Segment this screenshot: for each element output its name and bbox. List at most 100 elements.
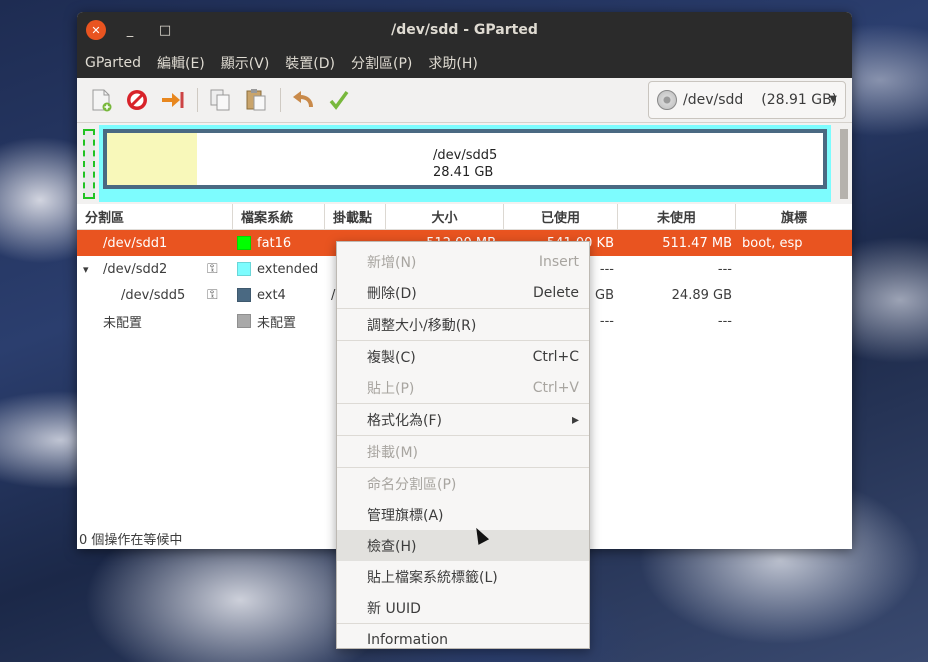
delete-icon[interactable] <box>123 86 151 114</box>
menu-bar: GParted 編輯(E) 顯示(V) 裝置(D) 分割區(P) 求助(H) <box>77 48 852 78</box>
menu-item[interactable]: 格式化為(F) ▸ <box>337 404 589 435</box>
menu-item-accel: Ctrl+V <box>532 379 579 396</box>
menu-item-label: 掛載(M) <box>367 444 419 461</box>
fs-name: fat16 <box>257 235 292 251</box>
device-selector[interactable]: /dev/sdd (28.91 GB) ▼ <box>648 81 846 119</box>
partition-name: /dev/sdd2 <box>103 261 168 277</box>
used-space-fill <box>107 133 197 185</box>
diskmap-scrollbar[interactable] <box>840 129 848 199</box>
menu-item-label: 貼上(P) <box>367 380 415 397</box>
paste-icon[interactable] <box>242 86 270 114</box>
key-icon <box>207 230 233 256</box>
menu-item: 貼上(P) Ctrl+V <box>337 372 589 403</box>
fs-color-swatch <box>237 288 251 302</box>
context-menu: 新增(N) Insert 刪除(D) Delete 調整大小/移動(R) 複製(C)… <box>336 241 590 649</box>
cell-partition: /dev/sdd1 <box>77 230 207 256</box>
header-mountpoint[interactable]: 掛載點 <box>325 204 386 229</box>
table-header: 分割區 檔案系統 掛載點 大小 已使用 未使用 旗標 <box>77 204 852 230</box>
menu-view[interactable]: 顯示(V) <box>221 53 270 73</box>
disk-icon <box>657 90 677 110</box>
menu-item-label: 調整大小/移動(R) <box>367 317 477 334</box>
cell-flags <box>736 256 852 282</box>
menu-partition[interactable]: 分割區(P) <box>351 53 412 73</box>
diskmap-sdd5-label: /dev/sdd5 28.41 GB <box>433 147 497 181</box>
menu-item[interactable]: Information <box>337 624 589 655</box>
cell-flags: boot, esp <box>742 235 803 251</box>
header-flags[interactable]: 旗標 <box>736 204 852 229</box>
menu-item-label: 刪除(D) <box>367 285 417 302</box>
resize-move-icon[interactable] <box>159 86 187 114</box>
toolbar-separator <box>280 88 281 112</box>
diskmap-sdd5-size: 28.41 GB <box>433 165 494 180</box>
menu-item[interactable]: 調整大小/移動(R) <box>337 309 589 340</box>
cell-partition: 未配置 <box>77 308 207 334</box>
key-icon: ⚿ <box>207 261 218 277</box>
partition-name: /dev/sdd5 <box>121 287 186 303</box>
key-icon: ⚿ <box>207 287 218 303</box>
menu-item[interactable]: 管理旗標(A) <box>337 499 589 530</box>
menu-item[interactable]: 複製(C) Ctrl+C <box>337 341 589 372</box>
copy-icon[interactable] <box>206 86 234 114</box>
menu-item-label: Information <box>367 631 449 648</box>
new-partition-icon[interactable] <box>87 86 115 114</box>
menu-item-accel: Insert <box>538 253 579 270</box>
fs-color-swatch <box>237 262 251 276</box>
cell-partition: /dev/sdd5 <box>77 282 207 308</box>
menu-item[interactable]: 刪除(D) Delete <box>337 277 589 308</box>
cell-filesystem: fat16 <box>233 230 325 256</box>
header-filesystem[interactable]: 檔案系統 <box>233 204 325 229</box>
expander-icon[interactable]: ▾ <box>83 263 89 276</box>
diskmap-extended-block[interactable]: /dev/sdd5 28.41 GB <box>99 125 831 202</box>
menu-item-accel: Ctrl+C <box>532 348 579 365</box>
diskmap-sdd5-block[interactable]: /dev/sdd5 28.41 GB <box>103 129 827 189</box>
fs-name: extended <box>257 261 319 277</box>
menu-item-label: 命名分割區(P) <box>367 476 457 493</box>
undo-icon[interactable] <box>289 86 317 114</box>
maximize-icon[interactable]: □ <box>155 20 175 40</box>
close-icon[interactable]: ✕ <box>86 20 106 40</box>
header-unused[interactable]: 未使用 <box>618 204 736 229</box>
menu-item-label: 新增(N) <box>367 254 417 271</box>
menu-item-accel: Delete <box>533 284 579 301</box>
device-name: /dev/sdd <box>683 92 744 108</box>
cell-filesystem: ext4 <box>233 282 325 308</box>
menu-device[interactable]: 裝置(D) <box>285 53 335 73</box>
header-used[interactable]: 已使用 <box>504 204 618 229</box>
menu-item-accel: ▸ <box>571 411 579 428</box>
key-icon <box>207 308 233 334</box>
disk-map: /dev/sdd5 28.41 GB <box>77 123 852 204</box>
diskmap-sdd1-block[interactable] <box>83 129 95 199</box>
fs-color-swatch <box>237 236 251 250</box>
menu-item: 命名分割區(P) <box>337 468 589 499</box>
menu-item-label: 貼上檔案系統標籤(L) <box>367 569 498 586</box>
cell-flags <box>736 282 852 308</box>
menu-item[interactable]: 檢查(H) <box>337 530 589 561</box>
partition-name: 未配置 <box>103 315 143 331</box>
menu-item: 新增(N) Insert <box>337 246 589 277</box>
menu-gparted[interactable]: GParted <box>85 55 141 71</box>
menu-edit[interactable]: 編輯(E) <box>157 53 205 73</box>
title-bar: ✕ _ □ /dev/sdd - GParted <box>77 12 852 48</box>
menu-item-label: 新 UUID <box>367 600 421 617</box>
menu-item-label: 複製(C) <box>367 349 416 366</box>
menu-item-label: 格式化為(F) <box>367 412 442 429</box>
menu-item-label: 檢查(H) <box>367 538 417 555</box>
apply-icon[interactable] <box>325 86 353 114</box>
menu-item[interactable]: 貼上檔案系統標籤(L) <box>337 561 589 592</box>
cell-unused: --- <box>717 261 732 277</box>
fs-name: ext4 <box>257 287 286 303</box>
cell-filesystem: extended <box>233 256 325 282</box>
cell-unused: 24.89 GB <box>671 287 732 303</box>
header-partition[interactable]: 分割區 <box>77 204 233 229</box>
cell-flags <box>736 308 852 334</box>
menu-help[interactable]: 求助(H) <box>428 53 477 73</box>
window-title: /dev/sdd - GParted <box>391 22 538 38</box>
toolbar-separator <box>197 88 198 112</box>
partition-name: /dev/sdd1 <box>103 235 168 251</box>
device-size: (28.91 GB) <box>761 92 838 108</box>
menu-item[interactable]: 新 UUID <box>337 592 589 623</box>
minimize-icon[interactable]: _ <box>120 20 140 40</box>
diskmap-sdd5-name: /dev/sdd5 <box>433 148 498 163</box>
menu-item-label: 管理旗標(A) <box>367 507 444 524</box>
header-size[interactable]: 大小 <box>386 204 504 229</box>
